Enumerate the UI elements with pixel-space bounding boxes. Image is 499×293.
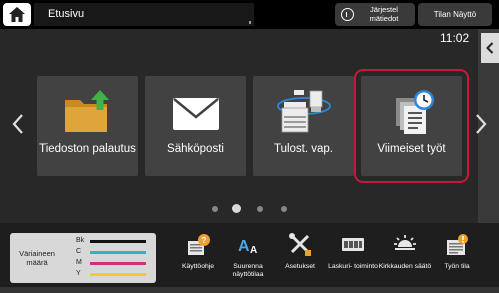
operation-guide-button[interactable]: ? Käyttöohje xyxy=(174,233,222,285)
counter-icon xyxy=(329,233,377,257)
enlarge-display-button[interactable]: A A Suurenna näyttötilaa xyxy=(224,233,272,285)
toner-level-panel[interactable]: Väriaineen määrä Bk C M Y xyxy=(10,233,156,283)
bottom-item-label: Asetukset xyxy=(285,263,315,270)
tile-label: Tulost. vap. xyxy=(273,143,334,155)
toner-bar-cyan xyxy=(90,251,146,254)
info-icon xyxy=(341,8,354,21)
tile-print-release[interactable]: Tulost. vap. xyxy=(253,76,354,176)
bottom-item-label: Laskuri- toiminto xyxy=(328,263,378,270)
previous-page-arrow[interactable] xyxy=(12,113,24,135)
job-status-icon xyxy=(433,233,481,257)
system-info-button[interactable]: Järjestel mätiedot xyxy=(335,3,415,26)
toner-row-c: C xyxy=(76,248,154,257)
page-title: Etusivu xyxy=(48,8,85,20)
page-dot-active[interactable] xyxy=(232,204,241,213)
tile-email[interactable]: Sähköposti xyxy=(145,76,246,176)
toner-row-y: Y xyxy=(76,270,154,279)
brightness-button[interactable]: Kirkkauden säätö xyxy=(379,233,431,285)
brightness-icon xyxy=(381,233,429,257)
bottom-item-label: Suurenna näyttötilaa xyxy=(232,263,264,278)
status-display-label: Tilan Näyttö xyxy=(433,10,477,19)
toner-row-m: M xyxy=(76,259,154,268)
settings-button[interactable]: Asetukset xyxy=(276,233,324,285)
tile-label: Viimeiset työt xyxy=(377,143,446,155)
top-bar: Etusivu Järjestel mätiedot Tilan Näyttö xyxy=(0,0,499,29)
toner-bar-yellow xyxy=(90,273,146,276)
printer-release-icon xyxy=(253,88,354,136)
counter-button[interactable]: Laskuri- toiminto xyxy=(328,233,378,285)
recent-jobs-icon xyxy=(361,88,462,136)
folder-upload-icon xyxy=(37,88,138,136)
toner-name: C xyxy=(76,248,82,255)
next-page-arrow[interactable] xyxy=(475,113,487,135)
toner-bar-magenta xyxy=(90,262,146,265)
svg-text:?: ? xyxy=(202,236,207,245)
page-indicator xyxy=(0,204,478,214)
tile-label: Tiedoston palautus xyxy=(39,143,136,155)
enlarge-text-icon: A A xyxy=(224,233,272,257)
page-dot[interactable] xyxy=(212,206,218,212)
system-info-label: Järjestel mätiedot xyxy=(369,5,399,23)
bottom-item-label: Käyttöohje xyxy=(181,263,215,270)
svg-text:A: A xyxy=(250,245,257,256)
page-dot[interactable] xyxy=(257,206,263,212)
settings-tools-icon xyxy=(276,233,324,257)
svg-text:A: A xyxy=(238,238,250,255)
bottom-item-label: Työn tila xyxy=(444,263,470,270)
toner-level-title: Väriaineen määrä xyxy=(19,249,55,267)
tile-file-retrieve[interactable]: Tiedoston palautus xyxy=(37,76,138,176)
toner-row-bk: Bk xyxy=(76,237,154,246)
chevron-left-icon xyxy=(486,42,494,54)
home-icon xyxy=(9,7,25,22)
status-display-button[interactable]: Tilan Näyttö xyxy=(418,3,492,26)
page-title-area: Etusivu xyxy=(34,3,254,26)
toner-bar-black xyxy=(90,240,146,243)
page-dot[interactable] xyxy=(281,206,287,212)
job-status-button[interactable]: Työn tila xyxy=(433,233,481,285)
home-button[interactable] xyxy=(3,3,31,26)
bottom-item-label: Kirkkauden säätö xyxy=(378,263,432,270)
toner-name: Bk xyxy=(76,237,85,244)
envelope-icon xyxy=(145,88,246,136)
tile-label: Sähköposti xyxy=(167,143,224,155)
clock: 11:02 xyxy=(440,31,470,45)
help-guide-icon: ? xyxy=(174,233,222,257)
toner-name: M xyxy=(76,259,82,266)
bottom-edge xyxy=(0,287,499,293)
toner-name: Y xyxy=(76,270,81,277)
tile-recent-jobs[interactable]: Viimeiset työt xyxy=(354,69,469,183)
title-marker xyxy=(249,21,251,24)
side-panel-toggle[interactable] xyxy=(481,33,499,63)
